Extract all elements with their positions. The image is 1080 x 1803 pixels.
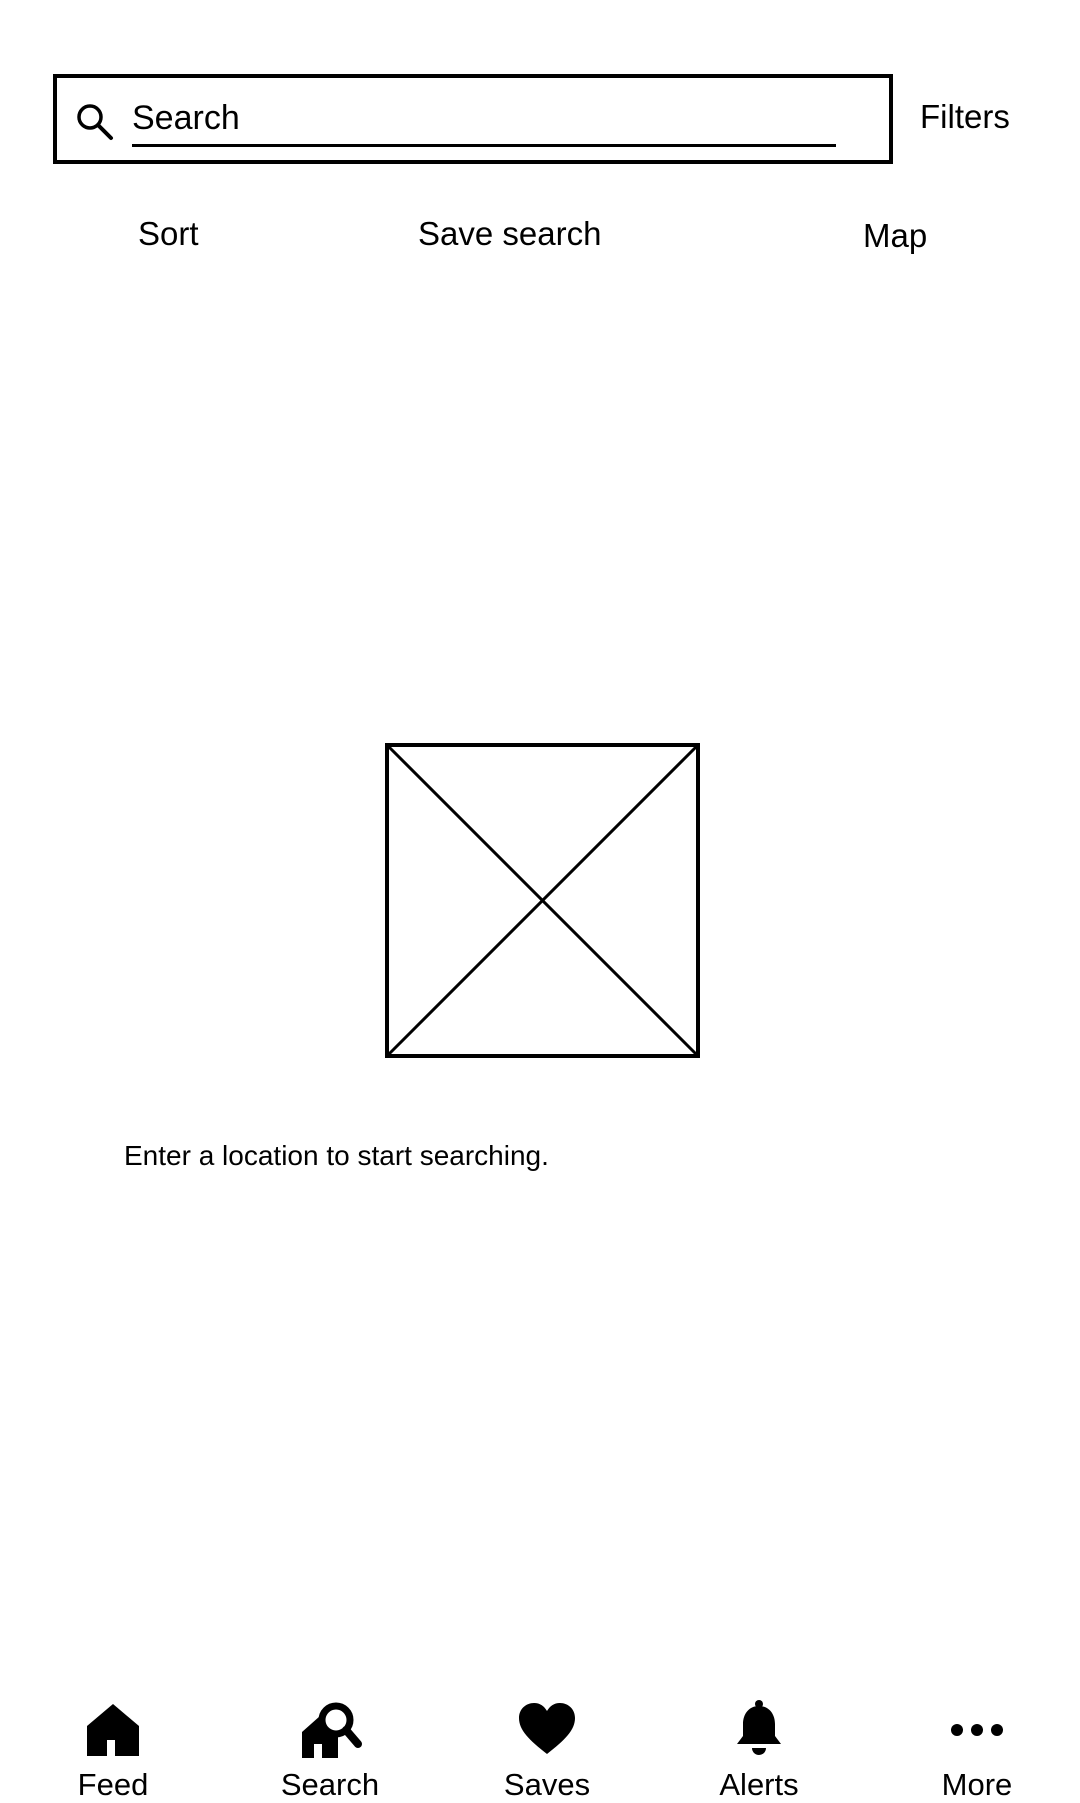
nav-item-search[interactable]: Search [250,1688,410,1802]
nav-label-saves: Saves [503,1767,591,1802]
search-bar [53,74,893,164]
home-search-icon [302,1702,362,1758]
empty-state-message: Enter a location to start searching. [124,1140,549,1171]
home-icon [87,1704,139,1756]
image-placeholder-icon [385,743,700,1058]
search-input[interactable] [132,92,836,147]
nav-item-feed[interactable]: Feed [33,1688,193,1802]
more-dots-icon [951,1724,1003,1736]
nav-label-search: Search [280,1767,380,1802]
search-icon[interactable] [73,100,115,142]
bell-icon [737,1700,781,1755]
bottom-navigation: Feed Search Saves Alerts More [0,1688,1080,1802]
nav-label-alerts: Alerts [719,1767,799,1802]
nav-label-more: More [941,1767,1013,1802]
save-search-button[interactable]: Save search [418,214,601,254]
nav-item-alerts[interactable]: Alerts [679,1688,839,1802]
nav-item-more[interactable]: More [897,1688,1057,1802]
nav-item-saves[interactable]: Saves [467,1688,627,1802]
heart-icon [519,1703,575,1754]
nav-label-feed: Feed [77,1767,149,1802]
map-button[interactable]: Map [863,216,927,256]
sort-button[interactable]: Sort [138,214,199,254]
filters-button[interactable]: Filters [920,97,1010,137]
